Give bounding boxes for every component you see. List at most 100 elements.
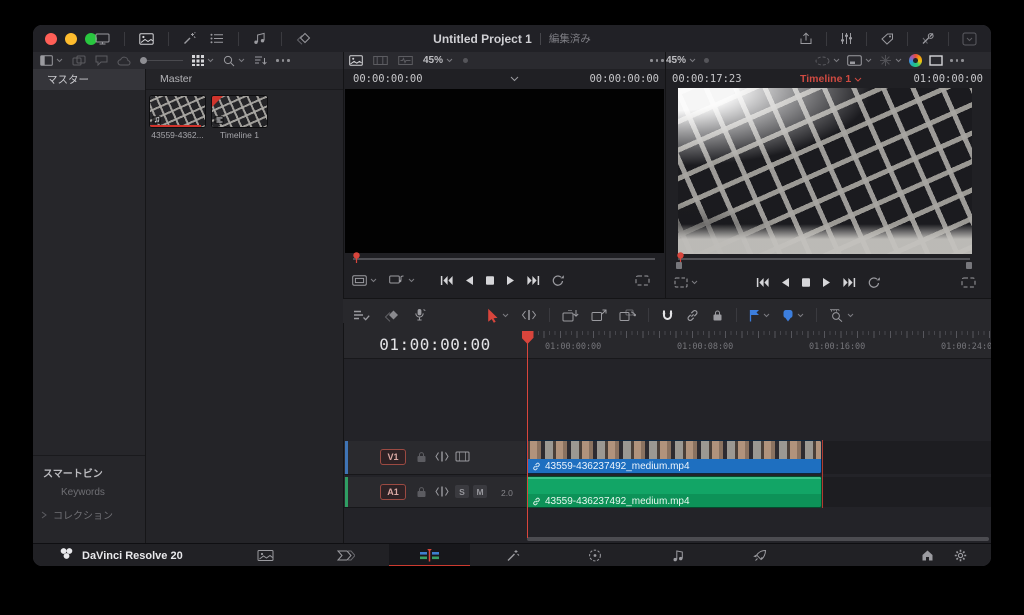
timeline-viewer-video[interactable]	[678, 88, 972, 254]
source-filmstrip-icon[interactable]	[373, 55, 388, 66]
track-lock-icon[interactable]	[416, 486, 427, 498]
page-edit-tab-active[interactable]	[389, 544, 470, 566]
auto-select-icon[interactable]	[435, 486, 449, 497]
video-track-header[interactable]: V1	[343, 441, 527, 475]
sound-library-icon[interactable]	[253, 32, 267, 45]
page-fusion-icon[interactable]	[506, 549, 520, 562]
media-pool-toggle-icon[interactable]	[139, 33, 154, 45]
overwrite-clip-icon[interactable]	[591, 309, 607, 322]
loop-icon[interactable]	[551, 274, 565, 286]
solo-button[interactable]: S	[455, 485, 469, 498]
play-reverse-icon[interactable]	[780, 277, 790, 288]
media-pool-options-icon[interactable]	[276, 59, 290, 62]
source-zoom-select[interactable]: 45%	[423, 55, 453, 66]
playhead-line[interactable]	[527, 331, 528, 538]
edit-index-icon[interactable]	[210, 33, 224, 44]
auto-select-icon[interactable]	[435, 451, 449, 462]
flag-button[interactable]	[749, 309, 770, 322]
go-to-end-icon[interactable]	[527, 275, 540, 286]
stop-icon[interactable]	[801, 277, 811, 288]
quick-export-icon[interactable]	[799, 32, 813, 45]
marker-button[interactable]	[782, 309, 804, 322]
source-title-chevron-icon[interactable]	[510, 76, 519, 82]
source-match-frame-icon[interactable]	[635, 275, 650, 286]
media-pool-breadcrumb[interactable]: Master	[146, 69, 343, 90]
cloud-icon[interactable]	[117, 56, 131, 66]
audio-track-badge[interactable]: A1	[380, 484, 406, 500]
home-icon[interactable]	[921, 549, 934, 561]
go-to-start-icon[interactable]	[756, 277, 769, 288]
sort-icon[interactable]	[254, 55, 267, 66]
effects-library-icon[interactable]	[183, 32, 196, 45]
usage-filter-icon[interactable]	[95, 55, 108, 66]
source-av-select-button[interactable]	[389, 274, 415, 286]
position-lock-icon[interactable]	[711, 309, 724, 322]
media-clip-item[interactable]: 43559-4362...	[150, 96, 205, 141]
timeline-video-clip[interactable]: 43559-436237492_medium.mp4	[527, 441, 821, 473]
timeline-match-frame-icon[interactable]	[961, 277, 976, 288]
close-window-button[interactable]	[45, 33, 57, 45]
voiceover-mic-icon[interactable]	[413, 308, 426, 322]
page-media-icon[interactable]	[257, 549, 274, 562]
sidebar-item-master[interactable]: マスター	[33, 69, 145, 90]
mute-button[interactable]: M	[473, 485, 487, 498]
snapping-magnet-icon[interactable]	[661, 309, 674, 322]
selection-tool-button[interactable]	[487, 308, 509, 323]
mask-overlay-button[interactable]	[815, 56, 840, 66]
tools-icon[interactable]	[921, 32, 935, 45]
bin-list-view-button[interactable]	[40, 55, 63, 66]
search-button[interactable]	[223, 55, 245, 67]
source-live-media-icon[interactable]	[349, 55, 363, 66]
timeline-audio-clip[interactable]: 43559-436237492_medium.mp4	[527, 477, 821, 507]
sidebar-item-keywords[interactable]: Keywords	[61, 487, 105, 498]
project-manager-icon[interactable]	[95, 33, 110, 45]
dual-bin-icon[interactable]	[72, 55, 86, 66]
safe-area-icon[interactable]	[929, 55, 943, 66]
inspector-toggle-icon[interactable]	[962, 32, 977, 46]
display-mode-button[interactable]	[847, 55, 872, 66]
zoom-preset-button[interactable]	[829, 308, 854, 322]
page-deliver-icon[interactable]	[753, 549, 767, 562]
page-color-icon[interactable]	[588, 549, 602, 562]
timeline-horizontal-scrollbar[interactable]	[527, 537, 989, 541]
timeline-clip-item[interactable]: Timeline 1	[212, 96, 267, 141]
source-clip-display-button[interactable]	[352, 275, 377, 286]
color-viewer-icon[interactable]	[909, 54, 922, 67]
enhanced-view-button[interactable]	[879, 54, 902, 67]
page-cut-icon[interactable]	[337, 549, 355, 562]
insert-clip-icon[interactable]	[562, 309, 579, 322]
metadata-icon[interactable]	[880, 33, 894, 45]
go-to-start-icon[interactable]	[440, 275, 453, 286]
go-to-end-icon[interactable]	[843, 277, 856, 288]
sidebar-item-collections[interactable]: コレクション	[41, 507, 113, 522]
play-icon[interactable]	[822, 277, 832, 288]
timeline-zoom-select[interactable]: 45%	[666, 55, 696, 66]
timeline-viewer-options-icon[interactable]	[950, 59, 964, 62]
video-track-badge[interactable]: V1	[380, 449, 406, 465]
settings-gear-icon[interactable]	[954, 549, 967, 562]
stop-icon[interactable]	[485, 275, 495, 286]
grid-view-button[interactable]	[192, 55, 214, 66]
mixer-icon[interactable]	[840, 32, 853, 45]
timeline-gang-button[interactable]	[674, 277, 698, 288]
play-icon[interactable]	[506, 275, 516, 286]
timeline-ruler[interactable]: 01:00:00:00 01:00:08:00 01:00:16:00 01:0…	[527, 331, 991, 359]
source-video-area[interactable]	[345, 89, 664, 253]
effects-overlay-icon[interactable]	[296, 32, 311, 45]
minimize-window-button[interactable]	[65, 33, 77, 45]
trim-edit-mode-icon[interactable]	[521, 309, 537, 321]
play-reverse-icon[interactable]	[464, 275, 474, 286]
loop-icon[interactable]	[867, 276, 881, 288]
timeline-name-select[interactable]: Timeline 1	[800, 73, 862, 85]
track-filmstrip-icon[interactable]	[455, 451, 470, 462]
source-options-icon[interactable]	[650, 59, 664, 62]
page-fairlight-icon[interactable]	[672, 549, 685, 562]
audio-track-header[interactable]: A1 S M 2.0	[343, 477, 527, 508]
timeline-timecode-box[interactable]: 01:00:00:00	[343, 331, 527, 359]
source-scrub-bar[interactable]	[353, 258, 655, 260]
track-lock-icon[interactable]	[416, 451, 427, 463]
linked-selection-icon[interactable]	[686, 309, 699, 322]
thumbnail-size-slider[interactable]	[140, 57, 183, 64]
blade-overlay-icon[interactable]	[384, 309, 399, 322]
replace-clip-icon[interactable]	[619, 309, 636, 322]
